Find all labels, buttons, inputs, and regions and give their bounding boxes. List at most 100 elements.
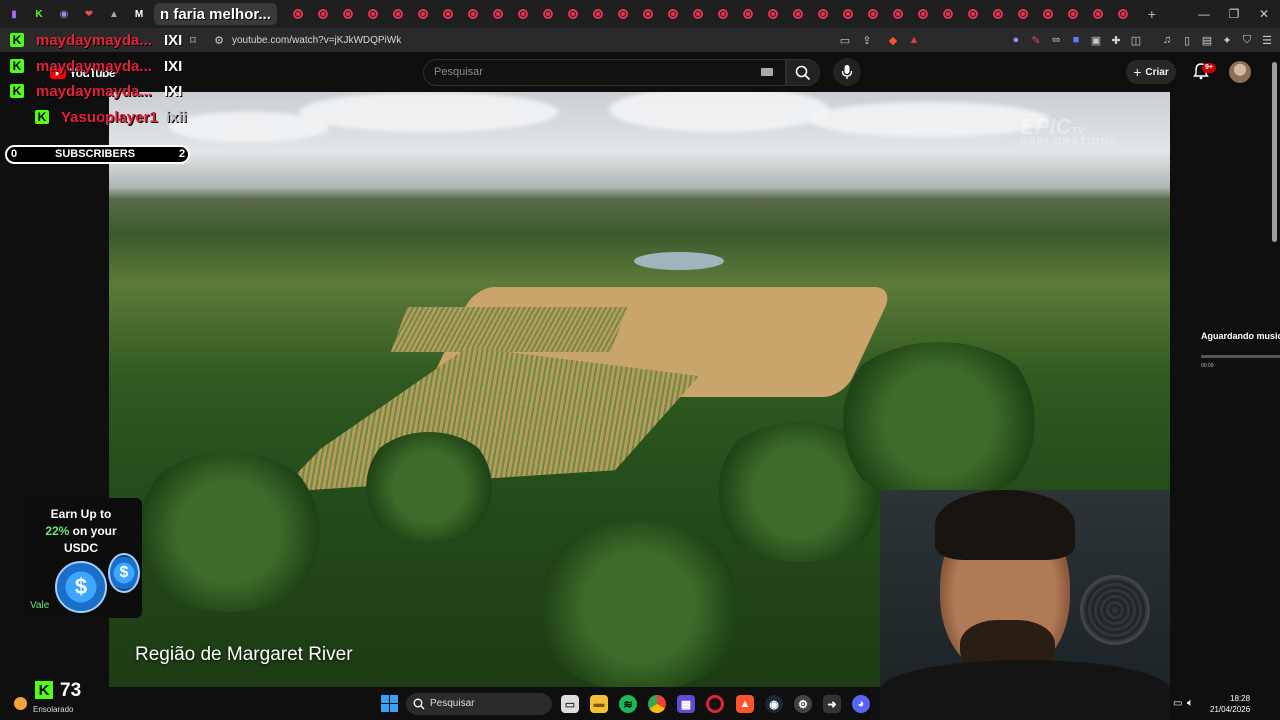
recording-tab-icon[interactable] bbox=[413, 4, 433, 24]
recording-tab-icon[interactable] bbox=[913, 4, 933, 24]
ai-icon[interactable]: ✦ bbox=[1220, 33, 1234, 47]
recording-tab-icon[interactable] bbox=[538, 4, 558, 24]
music-status: Aguardando musica... bbox=[1201, 331, 1280, 341]
vpn-icon[interactable]: ⛉ bbox=[1240, 33, 1254, 47]
kick-icon: K bbox=[35, 681, 53, 699]
steam-icon[interactable]: ◉ bbox=[765, 695, 783, 713]
recording-tab-icon[interactable] bbox=[338, 4, 358, 24]
keyboard-icon[interactable] bbox=[761, 68, 773, 76]
taskbar-search[interactable] bbox=[406, 693, 552, 715]
recording-tab-icon[interactable] bbox=[688, 4, 708, 24]
task-view-icon[interactable]: ▭ bbox=[561, 695, 579, 713]
site-info-icon[interactable]: ⚙ bbox=[212, 33, 226, 47]
recording-tab-icon[interactable] bbox=[313, 4, 333, 24]
recording-tab-icon[interactable] bbox=[788, 4, 808, 24]
recording-tab-icon[interactable] bbox=[388, 4, 408, 24]
account-avatar[interactable] bbox=[1229, 61, 1251, 83]
recording-tab-icon[interactable] bbox=[938, 4, 958, 24]
bookmark-star-icon[interactable]: ◆ bbox=[886, 33, 900, 47]
voice-search-button[interactable] bbox=[833, 58, 861, 86]
recording-tab-icon[interactable] bbox=[588, 4, 608, 24]
minimize-button[interactable]: — bbox=[1188, 0, 1220, 28]
sidebar-icon[interactable]: ▯ bbox=[1180, 33, 1194, 47]
chat-tag: IXI bbox=[164, 83, 183, 100]
browser-tab-strip: ▮ K ◉ ❤ ▲ M n faria melhor... + — ❐ ✕ bbox=[0, 0, 1280, 28]
recording-tab-icon[interactable] bbox=[438, 4, 458, 24]
clock-date[interactable]: 21/04/2026 bbox=[1210, 705, 1250, 714]
recording-tab-icon[interactable] bbox=[488, 4, 508, 24]
brave-icon[interactable]: ▲ bbox=[736, 695, 754, 713]
recording-tab-icon[interactable] bbox=[463, 4, 483, 24]
opera-icon[interactable] bbox=[706, 695, 724, 713]
search-button[interactable] bbox=[786, 59, 820, 86]
recording-tab-icon[interactable] bbox=[838, 4, 858, 24]
extension-icon[interactable]: ∞ bbox=[1049, 33, 1063, 47]
recording-tab-icon[interactable] bbox=[1038, 4, 1058, 24]
recording-tab-icon[interactable] bbox=[763, 4, 783, 24]
app-icon[interactable]: ▦ bbox=[677, 695, 695, 713]
url-field[interactable]: youtube.com/watch?v=jKJkWDQPiWk bbox=[232, 35, 401, 46]
menu-icon[interactable]: ☰ bbox=[1260, 33, 1274, 47]
new-tab-button[interactable]: + bbox=[1141, 3, 1163, 25]
tab-icon[interactable]: ◉ bbox=[53, 3, 75, 25]
spotify-icon[interactable]: ≋ bbox=[619, 695, 637, 713]
volume-icon[interactable]: 🔈︎ bbox=[1187, 697, 1194, 710]
extensions-puzzle-icon[interactable]: ✚ bbox=[1109, 33, 1123, 47]
extension-icon[interactable]: ▣ bbox=[1089, 33, 1103, 47]
cast-icon[interactable]: ▭ bbox=[838, 33, 852, 47]
create-button[interactable]: + Criar bbox=[1126, 60, 1176, 84]
recording-tab-icon[interactable] bbox=[888, 4, 908, 24]
recording-tab-icon[interactable] bbox=[1088, 4, 1108, 24]
share-icon[interactable]: ⇪ bbox=[860, 33, 874, 47]
tree-cluster bbox=[359, 432, 499, 542]
extension-icon[interactable]: ✎ bbox=[1029, 33, 1043, 47]
recording-tab-icon[interactable] bbox=[713, 4, 733, 24]
extension-icon[interactable]: ■ bbox=[1069, 33, 1083, 47]
recording-tab-icon[interactable] bbox=[563, 4, 583, 24]
app-icon[interactable]: ➜ bbox=[823, 695, 841, 713]
network-icon[interactable]: ▭ bbox=[1173, 698, 1182, 709]
brave-rewards-icon[interactable]: ▲ bbox=[907, 33, 921, 47]
recording-tab-icon[interactable] bbox=[813, 4, 833, 24]
ad-rate: 22% on your bbox=[45, 524, 117, 538]
video-caption: Região de Margaret River bbox=[135, 644, 353, 665]
tab-icon[interactable]: ▲ bbox=[103, 3, 125, 25]
tab-icon[interactable]: ❤ bbox=[78, 3, 100, 25]
recording-tab-icon[interactable] bbox=[988, 4, 1008, 24]
screenshot-icon[interactable]: ◫ bbox=[1129, 33, 1143, 47]
twitch-tab-icon[interactable]: ▮ bbox=[3, 3, 25, 25]
active-tab[interactable]: n faria melhor... bbox=[154, 3, 277, 25]
recording-tab-icon[interactable] bbox=[663, 4, 683, 24]
clock-time[interactable]: 18:28 bbox=[1230, 694, 1250, 703]
recording-tab-icon[interactable] bbox=[613, 4, 633, 24]
app-icon[interactable]: ⚙ bbox=[794, 695, 812, 713]
wallet-icon[interactable]: ▤ bbox=[1200, 33, 1214, 47]
recording-tab-icon[interactable] bbox=[1113, 4, 1133, 24]
bookmark-icon[interactable]: ⌑ bbox=[186, 33, 200, 47]
windows-start-button[interactable] bbox=[381, 695, 398, 712]
recording-tab-icon[interactable] bbox=[288, 4, 308, 24]
discord-icon[interactable]: ◕ bbox=[852, 695, 870, 713]
recording-tab-icon[interactable] bbox=[963, 4, 983, 24]
recording-tab-icon[interactable] bbox=[363, 4, 383, 24]
recording-tab-icon[interactable] bbox=[1013, 4, 1033, 24]
tree-cluster bbox=[129, 452, 329, 612]
recording-tab-icon[interactable] bbox=[863, 4, 883, 24]
sun-icon[interactable] bbox=[14, 697, 27, 710]
recording-tab-icon[interactable] bbox=[1063, 4, 1083, 24]
vineyard-block bbox=[390, 307, 628, 352]
media-icon[interactable]: ♫ bbox=[1160, 33, 1174, 47]
recording-tab-icon[interactable] bbox=[738, 4, 758, 24]
maximize-button[interactable]: ❐ bbox=[1218, 0, 1250, 28]
kick-icon: K bbox=[10, 33, 24, 47]
recording-tab-icon[interactable] bbox=[638, 4, 658, 24]
kick-tab-icon[interactable]: K bbox=[28, 3, 50, 25]
gmail-tab-icon[interactable]: M bbox=[128, 3, 150, 25]
recording-tab-icon[interactable] bbox=[513, 4, 533, 24]
file-explorer-icon[interactable]: ▬ bbox=[590, 695, 608, 713]
extension-icon[interactable]: ● bbox=[1009, 33, 1023, 47]
chat-tag: IXI bbox=[164, 32, 183, 49]
close-button[interactable]: ✕ bbox=[1248, 0, 1280, 28]
page-scrollbar[interactable] bbox=[1272, 62, 1277, 242]
chrome-icon[interactable] bbox=[648, 695, 666, 713]
